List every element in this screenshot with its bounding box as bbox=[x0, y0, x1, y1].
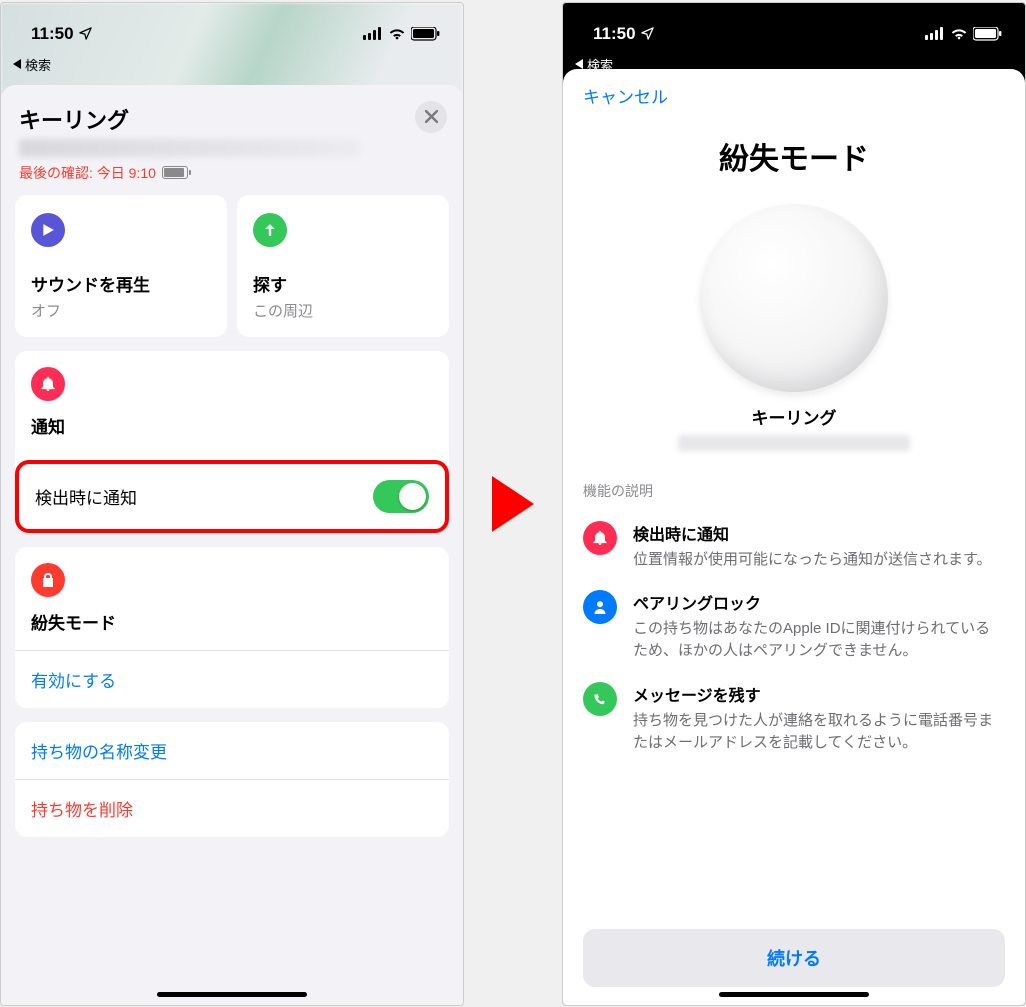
battery-icon bbox=[411, 27, 441, 41]
feature-msg-title: メッセージを残す bbox=[633, 682, 1005, 706]
continue-button[interactable]: 続ける bbox=[583, 929, 1005, 987]
redacted-email bbox=[678, 435, 910, 451]
phone-icon bbox=[583, 682, 617, 716]
enable-lost-mode-link[interactable]: 有効にする bbox=[15, 650, 449, 708]
lost-mode-modal: キャンセル 紛失モード キーリング 機能の説明 検出時に通知 位置情報が使用可能… bbox=[563, 69, 1025, 1005]
status-bar: 11:50 bbox=[563, 3, 1025, 55]
breadcrumb[interactable]: 検索 bbox=[1, 55, 463, 80]
play-icon bbox=[31, 213, 65, 247]
lost-mode-card: 紛失モード 有効にする bbox=[15, 547, 449, 708]
phone-right: 11:50 検索 キャンセル 紛失モード キーリング 機能の説明 検出時に通知 … bbox=[562, 2, 1026, 1006]
detail-sheet: キーリング 最後の確認: 今日 9:10 サウンドを再生 オフ bbox=[1, 85, 463, 1005]
feature-notify-title: 検出時に通知 bbox=[633, 521, 992, 545]
manage-card: 持ち物の名称変更 持ち物を削除 bbox=[15, 722, 449, 837]
cellular-icon bbox=[363, 27, 383, 40]
notify-when-found-row[interactable]: 検出時に通知 bbox=[19, 464, 445, 529]
breadcrumb[interactable]: 検索 bbox=[563, 55, 1025, 80]
last-seen: 最後の確認: 今日 9:10 bbox=[19, 163, 445, 183]
feature-message: メッセージを残す 持ち物を見つけた人が連絡を取れるように電話番号またはメールアド… bbox=[583, 682, 1005, 754]
cellular-icon bbox=[925, 27, 945, 40]
rename-label: 持ち物の名称変更 bbox=[31, 738, 167, 763]
back-triangle-icon bbox=[575, 59, 585, 69]
breadcrumb-label: 検索 bbox=[25, 55, 51, 74]
bell-icon bbox=[31, 367, 65, 401]
location-arrow-icon bbox=[78, 26, 93, 41]
status-time: 11:50 bbox=[31, 24, 74, 44]
feature-pair-title: ペアリングロック bbox=[633, 590, 1005, 614]
back-triangle-icon bbox=[13, 59, 23, 69]
find-card[interactable]: 探す この周辺 bbox=[237, 195, 449, 337]
feature-msg-desc: 持ち物を見つけた人が連絡を取れるように電話番号またはメールアドレスを記載してくだ… bbox=[633, 710, 1005, 754]
rename-link[interactable]: 持ち物の名称変更 bbox=[15, 722, 449, 779]
delete-label: 持ち物を削除 bbox=[31, 796, 133, 821]
battery-mini-icon bbox=[162, 166, 188, 179]
play-sound-sub: オフ bbox=[31, 300, 211, 321]
status-bar: 11:50 bbox=[1, 3, 463, 55]
status-time: 11:50 bbox=[593, 24, 636, 44]
device-name: キーリング bbox=[583, 404, 1005, 429]
feature-notify-desc: 位置情報が使用可能になったら通知が送信されます。 bbox=[633, 549, 992, 571]
features-header: 機能の説明 bbox=[583, 481, 1005, 501]
arrow-up-icon bbox=[253, 213, 287, 247]
bell-icon bbox=[583, 521, 617, 555]
notify-row-highlight: 検出時に通知 bbox=[15, 460, 449, 533]
cancel-button[interactable]: キャンセル bbox=[583, 83, 1005, 108]
delete-link[interactable]: 持ち物を削除 bbox=[15, 779, 449, 837]
notify-row-label: 検出時に通知 bbox=[35, 484, 137, 509]
notify-section-label: 通知 bbox=[31, 413, 433, 438]
feature-notify: 検出時に通知 位置情報が使用可能になったら通知が送信されます。 bbox=[583, 521, 1005, 571]
airtag-image bbox=[700, 204, 888, 392]
lock-icon bbox=[31, 563, 65, 597]
find-sub: この周辺 bbox=[253, 300, 433, 321]
redacted-line bbox=[19, 139, 360, 157]
modal-title: 紛失モード bbox=[583, 134, 1005, 178]
feature-pair-desc: この持ち物はあなたのApple IDに関連付けられているため、ほかの人はペアリン… bbox=[633, 618, 1005, 662]
battery-icon bbox=[973, 27, 1003, 41]
find-title: 探す bbox=[253, 271, 433, 296]
wifi-icon bbox=[950, 27, 968, 40]
play-sound-title: サウンドを再生 bbox=[31, 271, 211, 296]
transition-arrow-icon bbox=[492, 476, 534, 532]
close-button[interactable] bbox=[415, 101, 447, 133]
home-indicator[interactable] bbox=[157, 992, 307, 997]
sheet-title: キーリング bbox=[19, 103, 445, 135]
phone-left: 11:50 検索 キーリング 最後の確認: 今日 9:10 bbox=[0, 2, 464, 1006]
play-sound-card[interactable]: サウンドを再生 オフ bbox=[15, 195, 227, 337]
notify-switch[interactable] bbox=[373, 480, 429, 513]
home-indicator[interactable] bbox=[719, 992, 869, 997]
location-arrow-icon bbox=[640, 26, 655, 41]
wifi-icon bbox=[388, 27, 406, 40]
breadcrumb-label: 検索 bbox=[587, 55, 613, 74]
person-icon bbox=[583, 590, 617, 624]
feature-pairing-lock: ペアリングロック この持ち物はあなたのApple IDに関連付けられているため、… bbox=[583, 590, 1005, 662]
close-icon bbox=[425, 110, 438, 123]
notify-card: 通知 検出時に通知 bbox=[15, 351, 449, 533]
enable-link-label: 有効にする bbox=[31, 667, 116, 692]
lost-label: 紛失モード bbox=[31, 609, 433, 634]
